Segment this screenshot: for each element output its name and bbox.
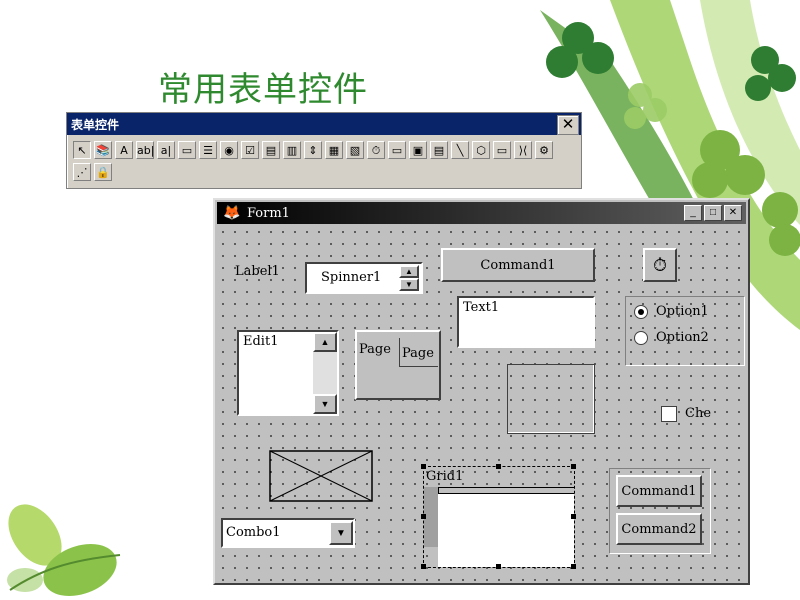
page1-tab[interactable]: Page <box>359 342 391 357</box>
selection-handle[interactable] <box>571 464 576 469</box>
grid1-row-selector <box>424 487 439 547</box>
toolbox-row-2: ⋰ 🔒 <box>73 163 112 181</box>
label1: Label1 <box>235 264 280 279</box>
grid1-row[interactable] <box>438 547 574 567</box>
option1-radio[interactable] <box>634 305 648 319</box>
edit1-textarea[interactable]: Edit1 ▲ ▼ <box>237 330 339 416</box>
toolbox-close-button[interactable]: ✕ <box>557 115 579 135</box>
row1-tool-button-2[interactable]: 📚 <box>94 141 112 159</box>
form-titlebar[interactable]: 🦊 Form1 _ □ ✕ <box>217 202 746 224</box>
row1-tool-button-12[interactable]: ⇕ <box>304 141 322 159</box>
selection-handle[interactable] <box>571 564 576 569</box>
image-placeholder[interactable] <box>269 450 373 502</box>
row1-tool-button-14[interactable]: ▧ <box>346 141 364 159</box>
row1-tool-button-16[interactable]: ▭ <box>388 141 406 159</box>
row1-tool-button-21[interactable]: ▭ <box>493 141 511 159</box>
selection-handle[interactable] <box>421 564 426 569</box>
option-group: Option1 Option2 <box>625 296 745 366</box>
form-designer-window: 🦊 Form1 _ □ ✕ Label1 Spinner1 ▲ ▼ Comman… <box>213 198 750 585</box>
row1-tool-button-22[interactable]: ⟩⟨ <box>514 141 532 159</box>
page2-tab[interactable]: Page <box>399 338 438 367</box>
spinner-down-button[interactable]: ▼ <box>399 278 419 291</box>
row1-tool-button-18[interactable]: ▤ <box>430 141 448 159</box>
page2-label: Page <box>402 346 434 361</box>
group-command2-button[interactable]: Command2 <box>616 513 702 545</box>
edit1-scrollbar[interactable]: ▲ ▼ <box>313 332 337 414</box>
row1-tool-button-4[interactable]: ab| <box>136 141 154 159</box>
row1-tool-button-20[interactable]: ⬡ <box>472 141 490 159</box>
toolbox-row-1: ↖ 📚 Aab| a| ▭ ☰ ◉ ☑ ▤ ▥ ⇕ ▦ ▧ ⏱ ▭ ▣ ▤ ╲ ⬡ ▭ ⟩⟨ ⚙ <box>73 141 553 159</box>
command1-button[interactable]: Command1 <box>441 248 595 282</box>
edit1-value: Edit1 <box>243 334 279 349</box>
form-controls-toolbox: 表单控件 ✕ ↖ 📚 Aab| a| ▭ ☰ ◉ ☑ ▤ ▥ ⇕ ▦ ▧ ⏱ ▭ ▣ ▤ ╲ ⬡ ▭ ⟩⟨ ⚙ ⋰ 🔒 <box>66 112 582 189</box>
row1-tool-button-8[interactable]: ◉ <box>220 141 238 159</box>
minimize-button[interactable]: _ <box>684 205 702 221</box>
row1-tool-button-1[interactable]: ↖ <box>73 141 91 159</box>
combo1-value: Combo1 <box>226 525 281 540</box>
scroll-up-button[interactable]: ▲ <box>313 332 337 352</box>
row2-tool-button-1[interactable]: ⋰ <box>73 163 91 181</box>
leaf-decoration <box>7 504 121 597</box>
row1-tool-button-11[interactable]: ▥ <box>283 141 301 159</box>
selection-handle[interactable] <box>496 464 501 469</box>
selection-handle[interactable] <box>421 514 426 519</box>
grid1-row[interactable] <box>438 521 574 548</box>
row1-tool-button-23[interactable]: ⚙ <box>535 141 553 159</box>
option1-label: Option1 <box>656 304 709 319</box>
grid1-row[interactable] <box>438 493 574 523</box>
grid1[interactable]: Grid1 <box>421 464 576 569</box>
spinner-up-button[interactable]: ▲ <box>399 265 419 278</box>
checkbox-label: Che <box>685 406 712 421</box>
row1-tool-button-3[interactable]: A <box>115 141 133 159</box>
row1-tool-button-19[interactable]: ╲ <box>451 141 469 159</box>
row1-tool-button-17[interactable]: ▣ <box>409 141 427 159</box>
grid1-title: Grid1 <box>426 469 464 484</box>
form-canvas[interactable]: Label1 Spinner1 ▲ ▼ Command1 ⏱ Text1 Opt… <box>217 226 746 581</box>
row1-tool-button-9[interactable]: ☑ <box>241 141 259 159</box>
text1-value: Text1 <box>463 300 500 315</box>
grid1-header: Grid1 <box>424 467 574 488</box>
spinner1-value: Spinner1 <box>321 270 382 285</box>
slide-title: 常用表单控件 <box>158 70 368 110</box>
fox-icon: 🦊 <box>223 204 241 220</box>
command-group: Command1 Command2 <box>609 468 711 554</box>
text1-input[interactable]: Text1 <box>457 296 595 348</box>
chevron-down-icon[interactable]: ▼ <box>329 521 353 545</box>
toolbox-title: 表单控件 <box>71 118 120 132</box>
close-button[interactable]: ✕ <box>724 205 742 221</box>
row1-tool-button-6[interactable]: ▭ <box>178 141 196 159</box>
row1-tool-button-5[interactable]: a| <box>157 141 175 159</box>
option2-label: Option2 <box>656 330 709 345</box>
maximize-button[interactable]: □ <box>704 205 722 221</box>
timer-icon[interactable]: ⏱ <box>643 248 677 282</box>
row1-tool-button-15[interactable]: ⏱ <box>367 141 385 159</box>
group-command1-button[interactable]: Command1 <box>616 475 702 507</box>
selection-handle[interactable] <box>496 564 501 569</box>
container-shape[interactable] <box>507 364 595 434</box>
pageframe[interactable]: Page Page <box>355 330 441 400</box>
row1-tool-button-7[interactable]: ☰ <box>199 141 217 159</box>
row2-tool-button-2[interactable]: 🔒 <box>94 163 112 181</box>
selection-handle[interactable] <box>571 514 576 519</box>
toolbox-titlebar[interactable]: 表单控件 ✕ <box>67 113 581 135</box>
scroll-down-button[interactable]: ▼ <box>313 394 337 414</box>
row1-tool-button-10[interactable]: ▤ <box>262 141 280 159</box>
spinner1[interactable]: Spinner1 ▲ ▼ <box>305 262 423 294</box>
checkbox[interactable] <box>661 406 677 422</box>
row1-tool-button-13[interactable]: ▦ <box>325 141 343 159</box>
option2-radio[interactable] <box>634 331 648 345</box>
form-title: Form1 <box>247 206 290 221</box>
selection-handle[interactable] <box>421 464 426 469</box>
combo1[interactable]: Combo1 ▼ <box>221 518 355 548</box>
